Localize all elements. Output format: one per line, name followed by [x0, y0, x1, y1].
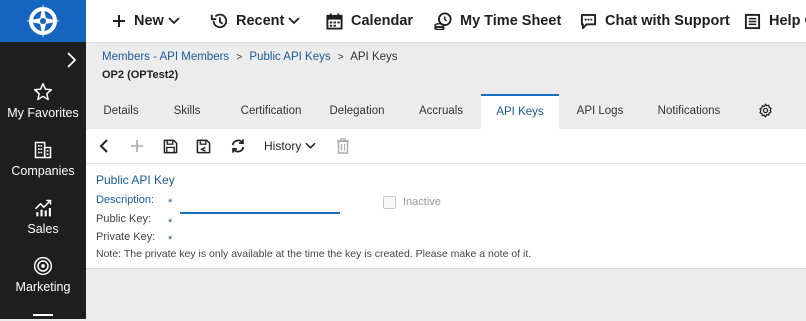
trash-icon: [337, 138, 349, 154]
sidebar-next-icon: [33, 314, 53, 321]
sidebar-item-label: Marketing: [15, 280, 71, 294]
building-icon: [34, 141, 52, 159]
chart-icon: [34, 199, 52, 217]
sidebar-item-companies[interactable]: Companies: [0, 140, 86, 178]
breadcrumb-separator: >: [236, 52, 243, 63]
top-bar: New Recent Calendar My Time Sheet Chat w…: [86, 0, 806, 43]
calendar-button[interactable]: Calendar: [326, 0, 413, 42]
save-and-close-button[interactable]: [196, 129, 211, 163]
gear-icon: [758, 103, 772, 118]
calendar-label: Calendar: [351, 13, 414, 29]
save-icon: [163, 139, 178, 153]
tab-certification[interactable]: Certification: [226, 94, 316, 128]
inactive-checkbox[interactable]: [383, 196, 396, 209]
record-toolbar: History: [86, 129, 806, 164]
tab-api-logs[interactable]: API Logs: [570, 94, 630, 128]
breadcrumb-separator: >: [337, 52, 344, 63]
time-sheet-button[interactable]: My Time Sheet: [434, 0, 561, 42]
chevron-down-icon: [305, 142, 316, 149]
refresh-button[interactable]: [230, 129, 246, 163]
chat-support-button[interactable]: Chat with Support: [580, 0, 730, 42]
breadcrumb-current: API Keys: [350, 51, 398, 63]
chevron-down-icon: [168, 17, 180, 25]
chevron-down-icon: [288, 17, 300, 25]
inactive-label: Inactive: [403, 196, 441, 208]
time-sheet-label: My Time Sheet: [460, 13, 562, 29]
help-center-button[interactable]: Help C: [744, 0, 806, 42]
back-button[interactable]: [98, 129, 110, 163]
page-title: OP2 (OPTest2): [102, 69, 179, 81]
tab-api-keys[interactable]: API Keys: [481, 94, 559, 129]
timesheet-icon: [434, 12, 452, 30]
main-content: Members - API Members > Public API Keys …: [86, 43, 806, 319]
tab-bar: Details Skills Certification Delegation …: [86, 94, 806, 129]
save-close-icon: [196, 139, 211, 153]
refresh-icon: [231, 139, 245, 153]
tab-accruals[interactable]: Accruals: [412, 94, 470, 128]
chevron-right-icon[interactable]: [64, 50, 78, 70]
history-icon: [210, 13, 228, 29]
history-label: History: [264, 139, 302, 153]
history-dropdown[interactable]: History: [264, 129, 316, 163]
private-key-label: Private Key:: [96, 231, 156, 243]
sidebar-item-my-favorites[interactable]: My Favorites: [0, 82, 86, 120]
app-logo[interactable]: [0, 0, 86, 42]
sidebar-item-sales[interactable]: Sales: [0, 198, 86, 236]
sidebar: My Favorites Companies Sales Marketing: [0, 0, 86, 319]
tab-delegation[interactable]: Delegation: [322, 94, 392, 128]
recent-button[interactable]: Recent: [210, 0, 300, 42]
recent-label: Recent: [236, 13, 285, 29]
tab-settings[interactable]: [752, 94, 778, 128]
plus-icon: [113, 15, 125, 27]
book-icon: [744, 13, 761, 29]
breadcrumb-link-members[interactable]: Members - API Members: [102, 51, 229, 63]
chat-icon: [580, 13, 597, 29]
target-icon: [33, 256, 53, 276]
star-icon: [33, 82, 53, 101]
tab-details[interactable]: Details: [94, 94, 148, 128]
breadcrumb: Members - API Members > Public API Keys …: [102, 51, 398, 63]
section-title: Public API Key: [96, 173, 175, 187]
help-center-label: Help C: [769, 13, 806, 29]
sidebar-item-label: Companies: [11, 164, 75, 178]
description-input[interactable]: [180, 194, 340, 214]
compass-logo-icon: [26, 4, 60, 38]
description-label: Description:: [96, 194, 155, 206]
chat-support-label: Chat with Support: [605, 13, 730, 29]
chevron-left-icon: [99, 139, 108, 153]
new-label: New: [134, 13, 164, 29]
required-marker: *: [168, 197, 173, 209]
add-button[interactable]: [130, 129, 144, 163]
api-key-form: Public API Key Description: * Inactive P…: [86, 164, 806, 269]
breadcrumb-link-public-api-keys[interactable]: Public API Keys: [249, 51, 330, 63]
required-marker: *: [168, 217, 173, 229]
save-button[interactable]: [163, 129, 178, 163]
private-key-note: Note: The private key is only available …: [96, 248, 532, 260]
new-button[interactable]: New: [112, 0, 180, 42]
tab-notifications[interactable]: Notifications: [650, 94, 728, 128]
sidebar-item-label: My Favorites: [7, 106, 79, 120]
required-marker: *: [168, 234, 173, 246]
tab-skills[interactable]: Skills: [164, 94, 210, 128]
public-key-label: Public Key:: [96, 213, 152, 225]
calendar-icon: [326, 12, 343, 30]
delete-button[interactable]: [336, 129, 350, 163]
sidebar-item-label: Sales: [27, 222, 59, 236]
sidebar-item-marketing[interactable]: Marketing: [0, 256, 86, 294]
plus-icon: [131, 140, 143, 152]
